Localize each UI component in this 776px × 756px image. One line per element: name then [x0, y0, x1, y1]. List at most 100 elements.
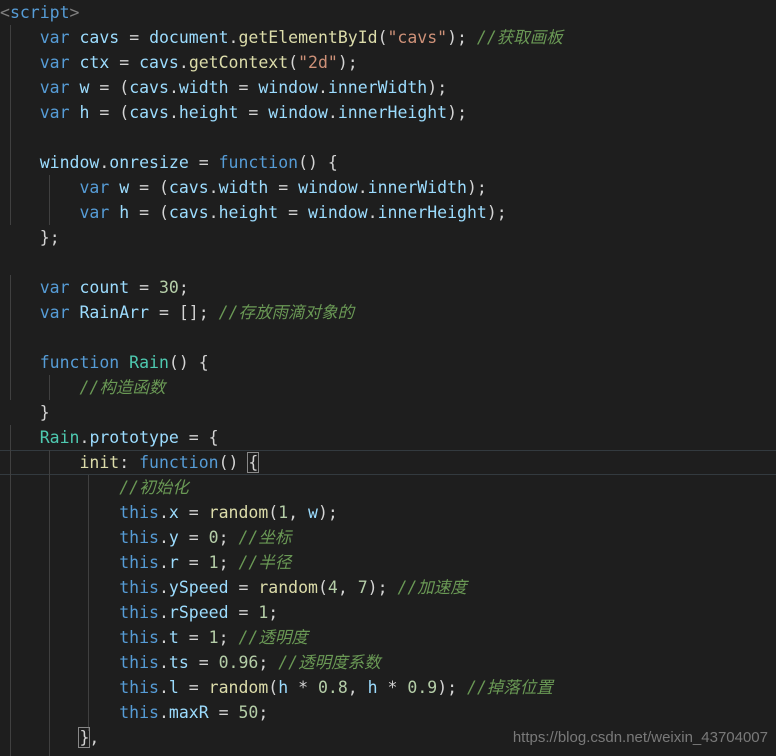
dot: .: [228, 28, 239, 47]
property-ts: ts: [168, 653, 189, 672]
paren: (: [119, 78, 130, 97]
comment-coordinate: //坐标: [238, 528, 292, 547]
comment-fall-position: //掉落位置: [467, 678, 553, 697]
code-line[interactable]: }: [0, 400, 776, 425]
operator-assign: =: [139, 278, 150, 297]
operator-multiply: *: [387, 678, 398, 697]
identifier-h: h: [367, 678, 378, 697]
paren: (: [158, 178, 169, 197]
code-line[interactable]: function Rain() {: [0, 350, 776, 375]
keyword-var: var: [39, 78, 70, 97]
operator-assign: =: [139, 178, 150, 197]
identifier-cavs: cavs: [79, 28, 120, 47]
code-line[interactable]: //构造函数: [0, 375, 776, 400]
code-line[interactable]: this.x = random(1, w);: [0, 500, 776, 525]
number-4: 4: [327, 578, 338, 597]
paren: (): [218, 453, 239, 472]
number-7: 7: [357, 578, 368, 597]
code-line[interactable]: this.rSpeed = 1;: [0, 600, 776, 625]
keyword-var: var: [39, 278, 70, 297]
object-cavs: cavs: [168, 178, 209, 197]
keyword-var: var: [39, 103, 70, 122]
code-line[interactable]: <script>: [0, 0, 776, 25]
operator-assign: =: [188, 553, 199, 572]
paren: (: [158, 203, 169, 222]
code-line[interactable]: Rain.prototype = {: [0, 425, 776, 450]
property-innerheight: innerHeight: [337, 103, 448, 122]
brace-open: {: [327, 153, 338, 172]
operator-assign: =: [188, 428, 199, 447]
dot: .: [168, 78, 179, 97]
keyword-this: this: [119, 553, 159, 572]
code-line[interactable]: var ctx = cavs.getContext("2d");: [0, 50, 776, 75]
operator-assign: =: [198, 153, 209, 172]
keyword-this: this: [119, 703, 159, 722]
code-line[interactable]: this.l = random(h * 0.8, h * 0.9); //掉落位…: [0, 675, 776, 700]
operator-assign: =: [188, 678, 199, 697]
code-line[interactable]: var w = (cavs.width = window.innerWidth)…: [0, 75, 776, 100]
keyword-this: this: [119, 653, 159, 672]
object-window: window: [268, 103, 328, 122]
property-t: t: [168, 628, 179, 647]
code-line[interactable]: };: [0, 225, 776, 250]
semicolon: ;: [327, 503, 338, 522]
semicolon: ;: [258, 653, 269, 672]
code-line[interactable]: this.r = 1; //半径: [0, 550, 776, 575]
number-1: 1: [278, 503, 289, 522]
property-innerwidth: innerWidth: [327, 78, 428, 97]
code-line-active[interactable]: init: function() {: [0, 450, 776, 475]
semicolon: ;: [268, 603, 279, 622]
semicolon: ;: [377, 578, 388, 597]
semicolon: ;: [198, 303, 209, 322]
keyword-this: this: [119, 628, 159, 647]
semicolon: ;: [218, 628, 229, 647]
code-line[interactable]: this.ySpeed = random(4, 7); //加速度: [0, 575, 776, 600]
paren: ): [447, 103, 458, 122]
code-line[interactable]: var RainArr = []; //存放雨滴对象的: [0, 300, 776, 325]
code-content[interactable]: <script> var cavs = document.getElementB…: [0, 0, 776, 750]
identifier-count: count: [79, 278, 130, 297]
dot: .: [79, 428, 90, 447]
watermark-url: https://blog.csdn.net/weixin_43704007: [512, 729, 768, 746]
operator-multiply: *: [298, 678, 309, 697]
code-line[interactable]: window.onresize = function() {: [0, 150, 776, 175]
number-096: 0.96: [218, 653, 259, 672]
code-editor[interactable]: <script> var cavs = document.getElementB…: [0, 0, 776, 756]
code-line[interactable]: var h = (cavs.height = window.innerHeigh…: [0, 100, 776, 125]
semicolon: ;: [218, 553, 229, 572]
property-r: r: [168, 553, 179, 572]
keyword-this: this: [119, 678, 159, 697]
code-line[interactable]: this.t = 1; //透明度: [0, 625, 776, 650]
method-getelementbyid: getElementById: [238, 28, 378, 47]
keyword-this: this: [119, 503, 159, 522]
keyword-var: var: [79, 178, 110, 197]
code-line[interactable]: var h = (cavs.height = window.innerHeigh…: [0, 200, 776, 225]
code-line-blank[interactable]: [0, 250, 776, 275]
operator-assign: =: [119, 53, 130, 72]
operator-assign: =: [248, 103, 259, 122]
paren: ): [466, 178, 477, 197]
call-random: random: [208, 503, 269, 522]
operator-assign: =: [238, 578, 249, 597]
property-rspeed: rSpeed: [168, 603, 229, 622]
code-line-blank[interactable]: [0, 125, 776, 150]
code-line[interactable]: var cavs = document.getElementById("cavs…: [0, 25, 776, 50]
dot: .: [208, 203, 219, 222]
comma: ,: [288, 503, 299, 522]
code-line[interactable]: //初始化: [0, 475, 776, 500]
operator-assign: =: [218, 703, 229, 722]
keyword-var: var: [39, 28, 70, 47]
property-l: l: [168, 678, 179, 697]
code-line[interactable]: this.maxR = 50;: [0, 700, 776, 725]
property-y: y: [168, 528, 179, 547]
code-line[interactable]: var count = 30;: [0, 275, 776, 300]
code-line-blank[interactable]: [0, 325, 776, 350]
property-yspeed: ySpeed: [168, 578, 229, 597]
code-line[interactable]: var w = (cavs.width = window.innerWidth)…: [0, 175, 776, 200]
property-width: width: [218, 178, 269, 197]
object-window: window: [308, 203, 368, 222]
call-random: random: [208, 678, 269, 697]
comma: ,: [347, 678, 358, 697]
code-line[interactable]: this.ts = 0.96; //透明度系数: [0, 650, 776, 675]
code-line[interactable]: this.y = 0; //坐标: [0, 525, 776, 550]
